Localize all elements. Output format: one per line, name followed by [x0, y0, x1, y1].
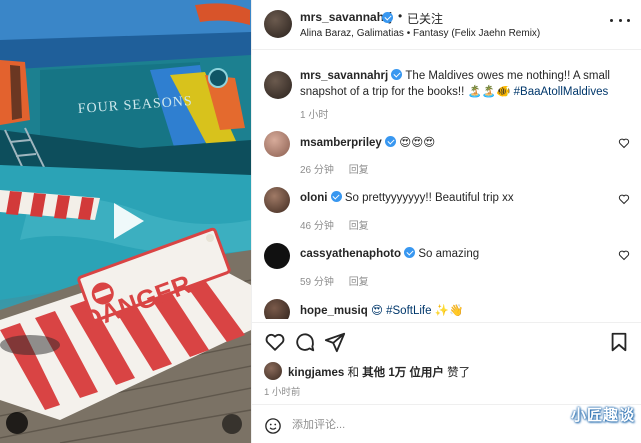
verified-badge-icon	[330, 191, 342, 202]
like-comment-heart-icon[interactable]	[618, 193, 630, 205]
caption-username[interactable]: mrs_savannahrj	[300, 70, 388, 82]
commenter-username[interactable]: hope_musiq	[300, 305, 368, 317]
comment-text: 😍😍😍	[399, 137, 436, 149]
comment-meta: 59 分钟 回复	[300, 273, 369, 288]
more-dot-icon	[610, 18, 613, 22]
comment-body: msamberpriley 😍😍😍	[300, 135, 435, 149]
author-avatar[interactable]	[264, 10, 292, 38]
post-media-video[interactable]: DANGER FOUR SEASONS	[0, 0, 251, 443]
likes-summary[interactable]: kingjames 和 其他 1万 位用户 赞了	[264, 362, 634, 382]
like-comment-heart-icon[interactable]	[618, 137, 630, 149]
post-header: mrs_savannahrj • 已关注 Alina Baraz, Galima…	[252, 0, 641, 50]
comment-body: hope_musiq 😍 #SoftLife ✨👋	[300, 303, 463, 317]
comment-item: hope_musiq 😍 #SoftLife ✨👋	[252, 299, 641, 319]
comment-time: 59 分钟	[300, 277, 334, 288]
comment-item: cassyathenaphoto So amazing 59 分钟 回复	[252, 243, 641, 291]
caption-hashtag[interactable]: #BaaAtollMaldives	[514, 86, 609, 98]
more-options-button[interactable]	[610, 14, 630, 26]
tagged-users-icon[interactable]	[222, 414, 242, 434]
commenter-avatar[interactable]	[264, 243, 290, 269]
play-icon	[114, 203, 144, 239]
comments-list[interactable]: mrs_savannahrj The Maldives owes me noth…	[252, 51, 641, 319]
more-dot-icon	[627, 18, 630, 22]
commenter-avatar[interactable]	[264, 187, 290, 213]
like-comment-heart-icon[interactable]	[618, 249, 630, 261]
watermark-text: 小匠趣谈	[570, 406, 635, 424]
comment-body: cassyathenaphoto So amazing	[300, 247, 479, 260]
comment-time: 26 分钟	[300, 165, 334, 176]
liker-avatar[interactable]	[264, 362, 282, 380]
post-caption: mrs_savannahrj The Maldives owes me noth…	[300, 68, 620, 100]
liker-username[interactable]: kingjames	[288, 367, 344, 379]
comment-text: 😍 #SoftLife ✨👋	[370, 305, 464, 317]
separator-dot: •	[398, 9, 403, 23]
comment-meta: 46 分钟 回复	[300, 217, 369, 232]
caption-author-avatar[interactable]	[264, 71, 292, 99]
comment-meta: 26 分钟 回复	[300, 161, 369, 176]
emoji-smiley-icon[interactable]	[264, 417, 282, 435]
sound-toggle-icon[interactable]	[6, 412, 28, 434]
save-bookmark-icon[interactable]	[608, 331, 630, 353]
verified-badge-icon	[382, 12, 393, 23]
post-timestamp: 1 小时前	[264, 387, 301, 398]
comment-body: oloni So prettyyyyyyy!! Beautiful trip x…	[300, 191, 514, 204]
reply-button[interactable]: 回复	[349, 277, 369, 288]
commenter-avatar[interactable]	[264, 299, 290, 319]
reply-button[interactable]: 回复	[349, 221, 369, 232]
author-username[interactable]: mrs_savannahrj	[300, 10, 392, 24]
likes-text: kingjames 和 其他 1万 位用户 赞了	[288, 364, 470, 380]
other-likers[interactable]: 其他 1万 位用户	[362, 367, 444, 379]
likes-connector: 和	[344, 367, 363, 379]
verified-badge-icon	[404, 247, 416, 258]
verified-badge-icon	[385, 136, 397, 147]
comment-input[interactable]	[292, 415, 512, 435]
action-bar	[252, 322, 641, 358]
share-paper-plane-icon[interactable]	[324, 331, 346, 353]
more-dot-icon	[618, 18, 622, 22]
comment-text: So prettyyyyyyy!! Beautiful trip xx	[344, 192, 514, 204]
commenter-avatar[interactable]	[264, 131, 290, 157]
caption-time: 1 小时	[300, 110, 329, 121]
comment-text: So amazing	[418, 248, 480, 260]
comment-item: msamberpriley 😍😍😍 26 分钟 回复	[252, 131, 641, 179]
comment-time: 46 分钟	[300, 221, 334, 232]
commenter-username[interactable]: oloni	[300, 192, 327, 204]
reply-button[interactable]: 回复	[349, 165, 369, 176]
comment-bubble-icon[interactable]	[294, 331, 316, 353]
like-heart-icon[interactable]	[264, 331, 286, 353]
following-button[interactable]: 已关注	[407, 10, 443, 27]
commenter-username[interactable]: cassyathenaphoto	[300, 248, 401, 260]
comment-item: oloni So prettyyyyyyy!! Beautiful trip x…	[252, 187, 641, 235]
verified-badge-icon	[391, 69, 403, 80]
play-button[interactable]	[102, 197, 150, 245]
commenter-username[interactable]: msamberpriley	[300, 137, 382, 149]
post-panel: mrs_savannahrj • 已关注 Alina Baraz, Galima…	[251, 0, 641, 443]
likes-suffix: 赞了	[443, 367, 471, 379]
audio-track[interactable]: Alina Baraz, Galimatias • Fantasy (Felix…	[300, 28, 540, 39]
